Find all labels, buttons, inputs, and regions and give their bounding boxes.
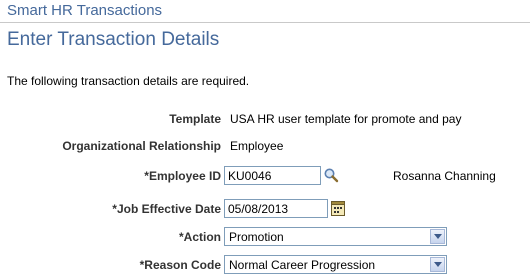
job-effective-date-label: *Job Effective Date <box>112 202 221 216</box>
page-title: Enter Transaction Details <box>7 29 220 50</box>
job-effective-date-input[interactable]: 05/08/2013 <box>224 199 328 218</box>
reason-code-label: *Reason Code <box>139 258 221 272</box>
org-relationship-label: Organizational Relationship <box>62 139 221 153</box>
magnifier-icon[interactable] <box>323 167 339 188</box>
employee-id-label: *Employee ID <box>144 169 221 183</box>
reason-code-select[interactable]: Normal Career Progression <box>224 255 447 274</box>
employee-name: Rosanna Channing <box>393 169 496 183</box>
employee-id-input[interactable]: KU0046 <box>224 166 321 185</box>
app-header: Smart HR Transactions <box>0 0 530 23</box>
org-relationship-value: Employee <box>230 139 284 153</box>
app-title: Smart HR Transactions <box>7 2 163 19</box>
chevron-down-icon[interactable] <box>430 229 445 244</box>
template-value: USA HR user template for promote and pay <box>230 112 462 126</box>
chevron-down-icon[interactable] <box>430 257 445 272</box>
reason-code-selected-value: Normal Career Progression <box>229 258 376 272</box>
instructions-text: The following transaction details are re… <box>7 74 250 88</box>
action-select[interactable]: Promotion <box>224 227 447 246</box>
action-label: *Action <box>179 230 221 244</box>
template-label: Template <box>169 112 221 126</box>
calendar-icon[interactable] <box>331 200 345 221</box>
action-selected-value: Promotion <box>229 230 284 244</box>
